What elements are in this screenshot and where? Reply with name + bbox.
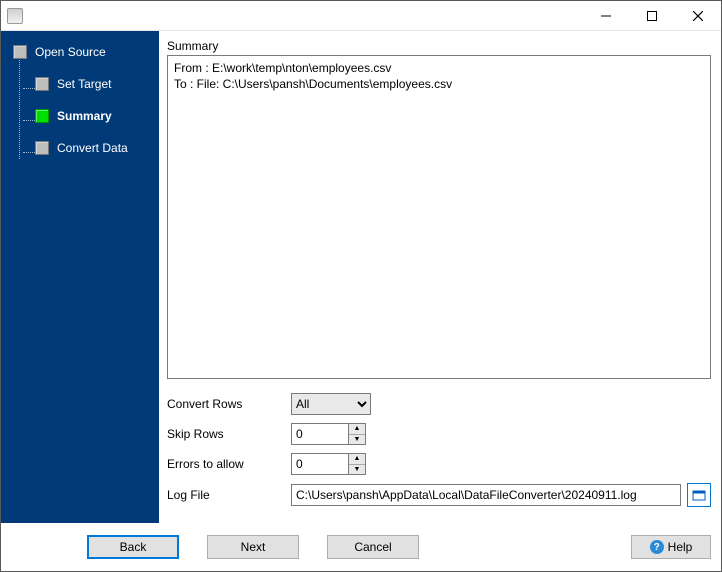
help-icon: ? [650,540,664,554]
minimize-button[interactable] [583,1,629,31]
log-file-label: Log File [167,488,291,502]
spinner-down-icon[interactable]: ▼ [349,465,365,475]
browse-log-button[interactable] [687,483,711,507]
summary-heading: Summary [167,39,711,53]
close-icon [693,11,703,21]
sidebar-step-label: Set Target [57,77,111,91]
spinner-up-icon[interactable]: ▲ [349,424,365,435]
next-button[interactable]: Next [207,535,299,559]
wizard-sidebar: Open Source Set Target Summary Convert D… [1,31,159,523]
options-fields: Convert Rows All Skip Rows ▲ ▼ [167,393,711,515]
tree-branch [23,79,35,89]
spinner-down-icon[interactable]: ▼ [349,435,365,445]
log-file-input[interactable] [291,484,681,506]
errors-allow-spinner[interactable]: ▲ ▼ [291,453,366,475]
sidebar-step-label: Convert Data [57,141,128,155]
browse-icon [692,488,706,502]
summary-to-line: To : File: C:\Users\pansh\Documents\empl… [174,76,704,92]
convert-rows-select[interactable]: All [291,393,371,415]
app-icon [7,8,23,24]
wizard-footer: Back Next Cancel ? Help [1,523,721,571]
tree-branch [23,143,35,153]
summary-textarea[interactable]: From : E:\work\temp\nton\employees.csv T… [167,55,711,379]
sidebar-step-set-target[interactable]: Set Target [1,73,159,95]
sidebar-step-label: Open Source [35,45,106,59]
step-marker-icon [35,109,49,123]
cancel-button[interactable]: Cancel [327,535,419,559]
skip-rows-spinner[interactable]: ▲ ▼ [291,423,366,445]
app-window: Open Source Set Target Summary Convert D… [0,0,722,572]
skip-rows-input[interactable] [292,424,348,444]
back-button-label: Back [120,540,147,554]
sidebar-step-label: Summary [57,109,112,123]
summary-from-line: From : E:\work\temp\nton\employees.csv [174,60,704,76]
errors-allow-label: Errors to allow [167,457,291,471]
sidebar-step-convert-data[interactable]: Convert Data [1,137,159,159]
tree-branch [23,111,35,121]
maximize-icon [647,11,657,21]
convert-rows-label: Convert Rows [167,397,291,411]
back-button[interactable]: Back [87,535,179,559]
skip-rows-label: Skip Rows [167,427,291,441]
errors-allow-input[interactable] [292,454,348,474]
help-button[interactable]: ? Help [631,535,711,559]
close-button[interactable] [675,1,721,31]
main-panel: Summary From : E:\work\temp\nton\employe… [159,31,721,523]
cancel-button-label: Cancel [354,540,391,554]
help-button-label: Help [668,540,693,554]
titlebar [1,1,721,31]
maximize-button[interactable] [629,1,675,31]
step-marker-icon [13,45,27,59]
spinner-up-icon[interactable]: ▲ [349,454,365,465]
sidebar-step-open-source[interactable]: Open Source [1,41,159,63]
sidebar-step-summary[interactable]: Summary [1,105,159,127]
minimize-icon [601,11,611,21]
next-button-label: Next [241,540,266,554]
step-marker-icon [35,141,49,155]
step-marker-icon [35,77,49,91]
